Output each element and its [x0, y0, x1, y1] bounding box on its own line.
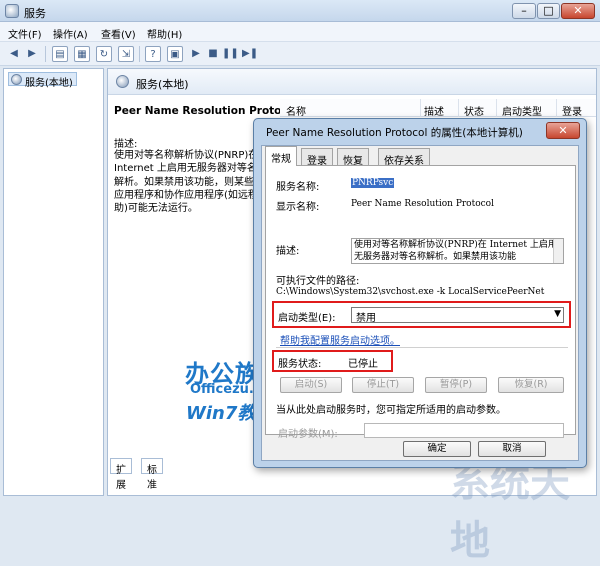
ok-button[interactable]: 确定	[403, 441, 471, 457]
play-icon[interactable]: ▶	[188, 46, 204, 62]
toolbar-separator	[139, 46, 140, 62]
services-list-header: 名称 描述 状态 启动类型 登录	[280, 99, 596, 118]
tab-recovery[interactable]: 恢复	[337, 148, 369, 167]
startup-type-select[interactable]: 禁用 ▼	[351, 307, 564, 324]
services-gear-icon	[116, 75, 129, 88]
dialog-title: Peer Name Resolution Protocol 的属性(本地计算机)	[266, 127, 523, 139]
column-description[interactable]: 描述	[424, 103, 444, 118]
forward-arrow-icon[interactable]: ▶	[24, 46, 40, 62]
display-name-value[interactable]: Peer Name Resolution Protocol	[351, 199, 494, 209]
tab-general[interactable]: 常规	[265, 146, 297, 166]
menu-bar: 文件(F) 操作(A) 查看(V) 帮助(H)	[0, 22, 600, 42]
column-status[interactable]: 状态	[464, 103, 484, 118]
startup-type-label: 启动类型(E):	[278, 313, 336, 324]
restart-icon[interactable]: ▶❚	[242, 46, 258, 62]
toolbar-separator	[45, 46, 46, 62]
minimize-button[interactable]: –	[512, 3, 536, 19]
menu-action[interactable]: 操作(A)	[53, 26, 88, 41]
description-text: 使用对等名称解析协议(PNRP)在 Internet 上启用无服务器对等名称解析…	[354, 240, 557, 262]
column-startup-type[interactable]: 启动类型	[502, 103, 542, 118]
service-name-label: 服务名称:	[276, 182, 320, 193]
startup-type-value: 禁用	[356, 313, 376, 324]
exe-path-label: 可执行文件的路径:	[276, 276, 360, 287]
divider	[276, 347, 568, 348]
column-divider[interactable]	[556, 99, 557, 117]
general-tab-panel: 服务名称: PNRPsvc 显示名称: Peer Name Resolution…	[265, 165, 576, 440]
dialog-close-button[interactable]: ✕	[546, 122, 580, 139]
stop-icon[interactable]: ■	[205, 46, 221, 62]
chevron-down-icon: ▼	[554, 309, 561, 319]
help-icon[interactable]: ?	[145, 46, 161, 62]
service-status-label: 服务状态:	[278, 359, 322, 370]
service-description: 使用对等名称解析协议(PNRP)在 Internet 上启用无服务器对等名称解析…	[114, 150, 274, 215]
pause-icon[interactable]: ❚❚	[222, 46, 239, 62]
cancel-button[interactable]: 取消	[478, 441, 546, 457]
start-parameters-label: 启动参数(M):	[278, 429, 338, 440]
description-scrollbar[interactable]	[553, 239, 563, 263]
tab-logon[interactable]: 登录	[301, 148, 333, 167]
toolbar: ◀ ▶ ▤ ▦ ↻ ⇲ ? ▣ ▶ ■ ❚❚ ▶❚	[0, 42, 600, 66]
description-textbox[interactable]: 使用对等名称解析协议(PNRP)在 Internet 上启用无服务器对等名称解析…	[351, 238, 564, 264]
title-bar: 服务 – □ ✕	[0, 0, 600, 22]
back-arrow-icon[interactable]: ◀	[6, 46, 22, 62]
window-title: 服务	[24, 7, 46, 20]
menu-help[interactable]: 帮助(H)	[147, 26, 182, 41]
stop-button[interactable]: 停止(T)	[352, 377, 414, 393]
tab-dependencies[interactable]: 依存关系	[378, 148, 430, 167]
column-name[interactable]: 名称	[286, 103, 306, 118]
close-button[interactable]: ✕	[561, 3, 595, 19]
tree-item-services-local[interactable]: 服务(本地)	[8, 72, 77, 89]
description-label: 描述:	[276, 246, 300, 257]
service-status-value: 已停止	[348, 359, 378, 370]
description-label: 描述:	[114, 139, 138, 150]
resume-button[interactable]: 恢复(R)	[498, 377, 564, 393]
service-properties-dialog: Peer Name Resolution Protocol 的属性(本地计算机)…	[253, 118, 587, 468]
column-divider[interactable]	[496, 99, 497, 117]
start-button[interactable]: 启动(S)	[280, 377, 342, 393]
tree-item-label: 服务(本地)	[25, 78, 73, 89]
maximize-button[interactable]: □	[537, 3, 560, 19]
services-gear-icon	[11, 74, 22, 85]
menu-file[interactable]: 文件(F)	[8, 26, 42, 41]
column-divider[interactable]	[420, 99, 421, 117]
main-pane-title: 服务(本地)	[136, 78, 189, 91]
tab-extended[interactable]: 扩展	[110, 458, 132, 491]
start-parameters-hint: 当从此处启动服务时，您可指定所适用的启动参数。	[276, 405, 506, 416]
services-app-icon	[5, 4, 19, 18]
service-name-value[interactable]: PNRPsvc	[351, 178, 395, 188]
start-parameters-input[interactable]	[364, 423, 564, 438]
main-pane-header: 服务(本地)	[108, 69, 596, 95]
tab-standard[interactable]: 标准	[141, 458, 163, 491]
pause-button[interactable]: 暂停(P)	[425, 377, 487, 393]
dialog-body: 常规 登录 恢复 依存关系 服务名称: PNRPsvc 显示名称: Peer N…	[261, 145, 579, 461]
properties-icon[interactable]: ▦	[74, 46, 90, 62]
menu-view[interactable]: 查看(V)	[101, 26, 136, 41]
tree-pane: 服务(本地)	[3, 68, 104, 496]
export-list-icon[interactable]: ⇲	[118, 46, 134, 62]
startup-help-link[interactable]: 帮助我配置服务启动选项。	[280, 332, 400, 347]
show-hide-tree-icon[interactable]: ▤	[52, 46, 68, 62]
exe-path-value[interactable]: C:\Windows\System32\svchost.exe -k Local…	[276, 287, 544, 297]
console-icon[interactable]: ▣	[167, 46, 183, 62]
display-name-label: 显示名称:	[276, 202, 320, 213]
column-logon[interactable]: 登录	[562, 103, 582, 118]
refresh-icon[interactable]: ↻	[96, 46, 112, 62]
selected-service-name: Peer Name Resolution Protocol	[114, 105, 299, 117]
column-divider[interactable]	[458, 99, 459, 117]
